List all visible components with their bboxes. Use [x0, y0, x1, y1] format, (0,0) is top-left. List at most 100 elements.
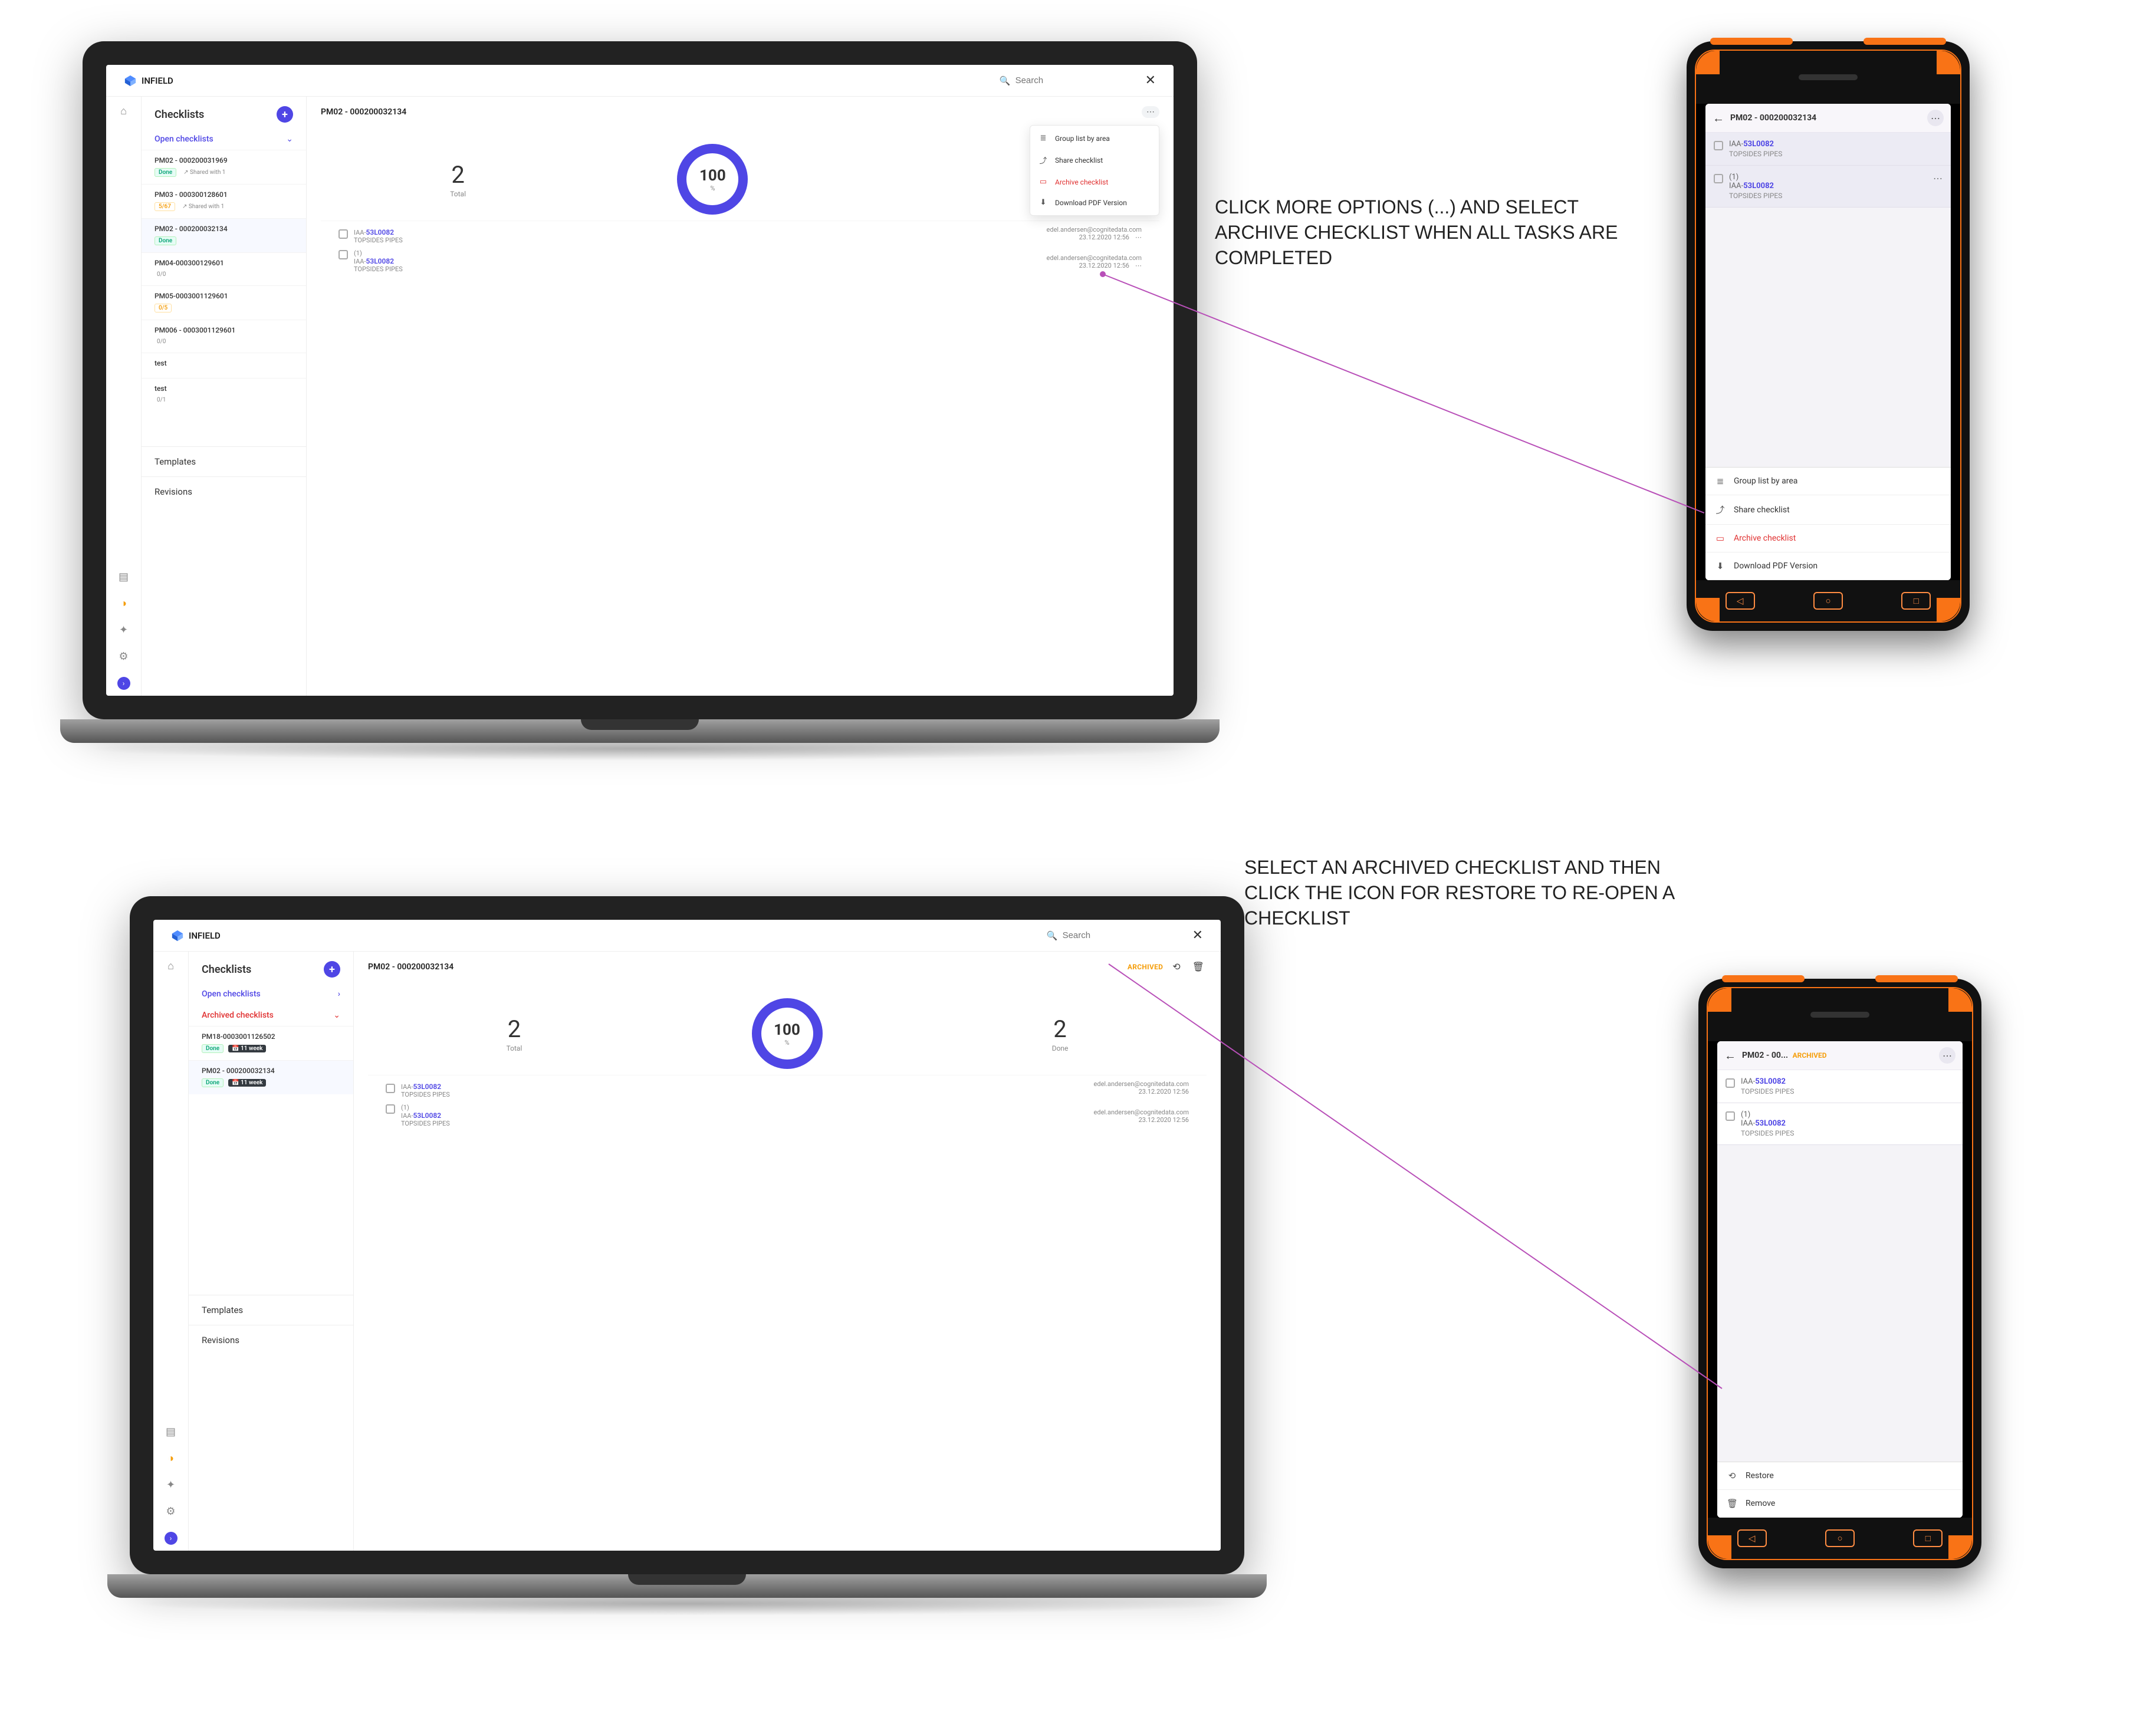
android-back-button[interactable]: ◁ — [1726, 592, 1755, 610]
checklist-item[interactable]: PM006 - 0003001129601 0/0 — [142, 320, 306, 353]
brand-logo-icon — [124, 74, 137, 87]
checklist-item-active[interactable]: PM02 - 000200032134 Done — [142, 218, 306, 252]
checklist-item[interactable]: PM05-0003001129601 0/5 — [142, 285, 306, 320]
list-icon[interactable]: ▤ — [119, 571, 129, 583]
task-prefix: IAA- — [401, 1083, 413, 1091]
android-home-button[interactable]: ○ — [1825, 1529, 1855, 1547]
checklist-item[interactable]: PM03 - 000300128601 5/67↗ Shared with 1 — [142, 184, 306, 218]
menu-download-pdf[interactable]: ⬇Download PDF Version — [1030, 192, 1159, 213]
home-icon[interactable]: ⌂ — [120, 105, 127, 117]
task-item[interactable]: (1)IAA-53L0082TOPSIDES PIPES — [338, 246, 403, 275]
collapse-rail-button[interactable]: › — [165, 1532, 178, 1545]
menu-group-by-area[interactable]: ≣Group list by area — [1705, 468, 1951, 495]
task-tag: 53L0082 — [1755, 1119, 1786, 1128]
checklist-name: PM02 - 000200032134 — [202, 1067, 340, 1075]
task-sub: TOPSIDES PIPES — [401, 1091, 450, 1098]
back-icon[interactable]: ← — [1713, 111, 1724, 126]
checklist-item-active[interactable]: PM02 - 000200032134 Done📅 11 week — [189, 1060, 353, 1094]
checkbox-icon[interactable] — [1714, 174, 1723, 183]
person-icon[interactable]: ✦ — [166, 1479, 175, 1491]
add-checklist-button[interactable]: + — [277, 106, 293, 123]
checkbox-icon[interactable] — [1714, 141, 1723, 150]
checkbox-icon[interactable] — [386, 1104, 395, 1114]
task-tag: 53L0082 — [366, 228, 394, 236]
templates-nav[interactable]: Templates — [142, 446, 306, 476]
row-more-icon[interactable]: ⋯ — [1135, 233, 1142, 241]
checkbox-icon[interactable] — [338, 250, 348, 259]
task-item[interactable]: IAA-53L0082TOPSIDES PIPES — [338, 226, 403, 246]
menu-share[interactable]: ⤴Share checklist — [1705, 495, 1951, 525]
menu-archive[interactable]: ▭Archive checklist — [1030, 172, 1159, 192]
row-more-icon[interactable]: ⋯ — [1135, 262, 1142, 269]
menu-label: Share checklist — [1055, 156, 1103, 164]
list-icon[interactable]: ▤ — [166, 1426, 176, 1438]
checklist-item[interactable]: test — [142, 353, 306, 378]
close-icon[interactable]: ✕ — [1145, 73, 1156, 88]
task-item[interactable]: IAA-53L0082TOPSIDES PIPES — [1705, 133, 1951, 166]
person-icon[interactable]: ✦ — [119, 624, 128, 636]
overview-icon[interactable]: ◑ — [167, 1452, 174, 1465]
android-recent-button[interactable]: □ — [1901, 592, 1931, 610]
collapse-rail-button[interactable]: › — [117, 677, 130, 690]
back-icon[interactable]: ← — [1724, 1048, 1736, 1063]
checklist-item[interactable]: PM02 - 000200031969 Done↗ Shared with 1 — [142, 150, 306, 184]
checklist-item[interactable]: test 0/1 — [142, 378, 306, 411]
menu-remove[interactable]: 🗑Remove — [1717, 1490, 1963, 1518]
menu-archive[interactable]: ▭Archive checklist — [1705, 525, 1951, 552]
stat-done-num: 2 — [1052, 1015, 1069, 1043]
task-item[interactable]: IAA-53L0082TOPSIDES PIPES — [1717, 1070, 1963, 1103]
task-item[interactable]: (1)IAA-53L0082TOPSIDES PIPES — [1717, 1103, 1963, 1145]
checkbox-icon[interactable] — [338, 229, 348, 239]
more-options-button[interactable]: ⋯ — [1939, 1047, 1955, 1064]
search-input[interactable] — [1015, 75, 1122, 85]
task-sub: TOPSIDES PIPES — [354, 236, 403, 244]
task-sub: TOPSIDES PIPES — [354, 265, 403, 273]
checklist-item[interactable]: PM18-0003001126502 Done📅 11 week — [189, 1026, 353, 1060]
checkbox-icon[interactable] — [386, 1084, 395, 1093]
menu-group-by-area[interactable]: ≣Group list by area — [1030, 128, 1159, 149]
add-checklist-button[interactable]: + — [324, 961, 340, 978]
task-item[interactable]: (1)IAA-53L0082TOPSIDES PIPES — [386, 1101, 450, 1130]
restore-icon: ⟲ — [1727, 1470, 1737, 1481]
task-item[interactable]: (1)IAA-53L0082TOPSIDES PIPES ⋯ — [1705, 166, 1951, 208]
overview-icon[interactable]: ◑ — [120, 597, 127, 610]
menu-label: Group list by area — [1055, 134, 1110, 143]
menu-label: Share checklist — [1734, 505, 1790, 515]
annotation-top: CLICK MORE OPTIONS (...) AND SELECT ARCH… — [1215, 195, 1663, 271]
android-recent-button[interactable]: □ — [1913, 1529, 1943, 1547]
open-checklists-toggle[interactable]: Open checklists ⌄ — [142, 129, 306, 150]
settings-icon[interactable]: ⚙ — [119, 650, 128, 663]
progress-value: 100 — [699, 167, 726, 185]
status-done: Done — [202, 1078, 224, 1087]
revisions-nav[interactable]: Revisions — [189, 1325, 353, 1355]
mobile-title: PM02 - 000200032134 — [1730, 113, 1921, 123]
task-prefix: IAA- — [1741, 1119, 1755, 1128]
progress-donut: 100 % — [677, 144, 748, 215]
more-options-button[interactable]: ⋯ — [1142, 106, 1159, 118]
menu-download-pdf[interactable]: ⬇Download PDF Version — [1705, 552, 1951, 580]
revisions-nav[interactable]: Revisions — [142, 476, 306, 506]
menu-share[interactable]: ⤴Share checklist — [1030, 149, 1159, 172]
menu-restore[interactable]: ⟲Restore — [1717, 1462, 1963, 1490]
checkbox-icon[interactable] — [1726, 1078, 1735, 1088]
open-checklists-toggle[interactable]: Open checklists › — [189, 983, 353, 1005]
search-input[interactable] — [1063, 930, 1169, 940]
settings-icon[interactable]: ⚙ — [166, 1505, 175, 1518]
delete-button[interactable]: 🗑 — [1190, 961, 1207, 972]
home-icon[interactable]: ⌂ — [167, 960, 174, 972]
row-more-icon[interactable]: ⋯ — [1933, 173, 1943, 184]
task-prefix: (1) — [1729, 173, 1927, 182]
templates-nav[interactable]: Templates — [189, 1295, 353, 1325]
restore-button[interactable]: ⟲ — [1170, 961, 1182, 972]
task-item[interactable]: IAA-53L0082TOPSIDES PIPES — [386, 1080, 450, 1101]
checklist-item[interactable]: PM04-000300129601 0/0 — [142, 252, 306, 285]
checkbox-icon[interactable] — [1726, 1111, 1735, 1121]
task-prefix: (1) — [354, 249, 362, 257]
android-back-button[interactable]: ◁ — [1737, 1529, 1767, 1547]
close-icon[interactable]: ✕ — [1192, 928, 1203, 943]
more-options-button[interactable]: ⋯ — [1927, 110, 1944, 126]
task-sub: TOPSIDES PIPES — [401, 1120, 450, 1127]
checklist-name: PM18-0003001126502 — [202, 1032, 340, 1041]
archived-checklists-toggle[interactable]: Archived checklists ⌄ — [189, 1005, 353, 1026]
android-home-button[interactable]: ○ — [1813, 592, 1843, 610]
